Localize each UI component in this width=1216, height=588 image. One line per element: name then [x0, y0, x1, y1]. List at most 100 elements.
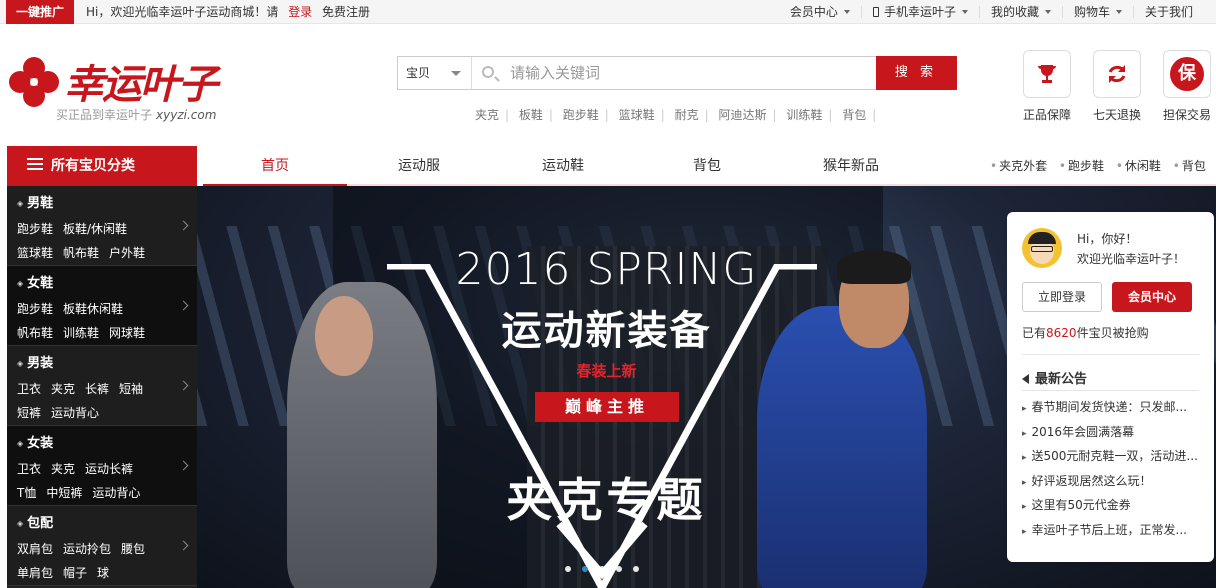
model-man-hair [837, 250, 911, 284]
category-group-accessories[interactable]: 包配 双肩包运动拎包腰包 单肩包帽子球 [7, 506, 197, 586]
category-link[interactable]: 夹克 [51, 462, 75, 476]
service-label: 担保交易 [1162, 108, 1211, 122]
news-heading: 最新公告 [1022, 368, 1087, 387]
stat-suffix: 件宝贝被抢购 [1076, 326, 1149, 340]
hot-keyword[interactable]: 夹克 [475, 108, 499, 122]
category-link[interactable]: 单肩包 [17, 566, 53, 580]
category-link[interactable]: 运动拎包 [63, 542, 111, 556]
nav-item-home[interactable]: 首页 [203, 146, 347, 186]
search-category-select[interactable]: 宝贝 [398, 57, 472, 89]
slide-dot[interactable] [582, 566, 588, 572]
hot-keyword[interactable]: 背包 [842, 108, 866, 122]
category-link[interactable]: 篮球鞋 [17, 246, 53, 260]
category-link[interactable]: 板鞋休闲鞋 [63, 302, 123, 316]
hot-keyword[interactable]: 阿迪达斯 [718, 108, 766, 122]
category-group-mens-shoes[interactable]: 男鞋 跑步鞋板鞋/休闲鞋 篮球鞋帆布鞋户外鞋 [7, 186, 197, 266]
category-link[interactable]: 夹克 [51, 382, 75, 396]
category-link[interactable]: 帆布鞋 [63, 246, 99, 260]
category-link[interactable]: 跑步鞋 [17, 222, 53, 236]
greeting-welcome: 欢迎光临幸运叶子！ [1077, 252, 1186, 266]
guarantee-icon: 保 [1163, 50, 1211, 98]
site-logo[interactable]: 幸运叶子 买正品到幸运叶子 xyyzi.com [6, 50, 246, 122]
quick-link[interactable]: 背包 [1182, 159, 1206, 173]
about-link[interactable]: 关于我们 [1132, 5, 1204, 19]
slide-dot[interactable] [565, 566, 571, 572]
banner-title: 运动新装备 [501, 308, 712, 354]
mobile-site-menu[interactable]: 手机幸运叶子 [860, 5, 979, 19]
separator: | [604, 108, 609, 122]
register-link[interactable]: 免费注册 [322, 5, 370, 19]
cart-menu[interactable]: 购物车 [1061, 5, 1133, 19]
search-icon [482, 66, 494, 78]
category-link[interactable]: 运动背心 [51, 406, 99, 420]
category-link[interactable]: 卫衣 [17, 462, 41, 476]
service-return[interactable]: 七天退换 [1082, 50, 1152, 123]
bullet: • [1172, 159, 1180, 173]
all-categories-button[interactable]: 所有宝贝分类 [7, 146, 197, 186]
news-item[interactable]: 春节期间发货快递：只发邮... [1022, 396, 1202, 421]
category-link[interactable]: 网球鞋 [109, 326, 145, 340]
chevron-down-icon [451, 71, 461, 76]
slogan-text: 买正品到幸运叶子 [56, 108, 153, 122]
category-link[interactable]: 板鞋/休闲鞋 [63, 222, 127, 236]
slide-dot[interactable] [616, 566, 622, 572]
quick-links: • 夹克外套 • 跑步鞋 • 休闲鞋 • 背包 [990, 146, 1214, 186]
category-link[interactable]: T恤 [17, 486, 36, 500]
category-link[interactable]: 短裤 [17, 406, 41, 420]
category-link[interactable]: 卫衣 [17, 382, 41, 396]
news-item[interactable]: 2016年会圆满落幕 [1022, 421, 1202, 446]
service-badges: 正品保障 七天退换 保 担保交易 [1012, 50, 1216, 123]
slide-dot[interactable] [633, 566, 639, 572]
login-button[interactable]: 立即登录 [1022, 282, 1102, 312]
bullet: • [990, 159, 998, 173]
category-link[interactable]: 长裤 [85, 382, 109, 396]
nav-item-sportswear[interactable]: 运动服 [347, 146, 491, 186]
category-link[interactable]: 运动背心 [92, 486, 140, 500]
member-center-button[interactable]: 会员中心 [1112, 282, 1192, 312]
search-button[interactable]: 搜 索 [876, 56, 956, 90]
category-link[interactable]: 球 [97, 566, 109, 580]
hot-keyword[interactable]: 篮球鞋 [619, 108, 655, 122]
purchase-stat: 已有8620件宝贝被抢购 [1022, 324, 1149, 341]
member-center-menu[interactable]: 会员中心 [779, 5, 861, 19]
quick-link[interactable]: 休闲鞋 [1125, 159, 1161, 173]
category-link[interactable]: 运动长裤 [85, 462, 133, 476]
quick-link[interactable]: 夹克外套 [999, 159, 1047, 173]
nav-item-new-arrivals[interactable]: 猴年新品 [779, 146, 923, 186]
category-link[interactable]: 跑步鞋 [17, 302, 53, 316]
hot-keyword[interactable]: 耐克 [675, 108, 699, 122]
service-authentic[interactable]: 正品保障 [1012, 50, 1082, 123]
hot-keyword[interactable]: 训练鞋 [786, 108, 822, 122]
news-item[interactable]: 这里有50元代金券 [1022, 494, 1202, 519]
hot-keyword[interactable]: 板鞋 [519, 108, 543, 122]
category-link[interactable]: 短袖 [119, 382, 143, 396]
hot-keyword[interactable]: 跑步鞋 [563, 108, 599, 122]
slide-dot[interactable] [599, 566, 605, 572]
category-link[interactable]: 双肩包 [17, 542, 53, 556]
category-link[interactable]: 腰包 [121, 542, 145, 556]
nav-item-sneakers[interactable]: 运动鞋 [491, 146, 635, 186]
news-item[interactable]: 好评返现居然这么玩！ [1022, 470, 1202, 495]
trophy-icon [1023, 50, 1071, 98]
search-category-value: 宝贝 [406, 66, 431, 80]
hot-keywords: 夹克 | 板鞋 | 跑步鞋 | 篮球鞋 | 耐克 | 阿迪达斯 | 训练鞋 | 背包 | [475, 106, 882, 123]
bullet: • [1058, 159, 1066, 173]
category-link[interactable]: 中短裤 [46, 486, 82, 500]
promo-button[interactable]: 一键推广 [6, 0, 74, 24]
favorites-menu[interactable]: 我的收藏 [978, 5, 1062, 19]
nav-item-bags[interactable]: 背包 [635, 146, 779, 186]
avatar-glasses [1031, 246, 1053, 252]
category-group-womens-clothing[interactable]: 女装 卫衣夹克运动长裤 T恤中短裤运动背心 [7, 426, 197, 506]
service-guarantee[interactable]: 保 担保交易 [1152, 50, 1216, 123]
news-item[interactable]: 送500元耐克鞋一双，活动进... [1022, 445, 1202, 470]
category-link[interactable]: 帽子 [63, 566, 87, 580]
news-item[interactable]: 幸运叶子节后上班，正常发... [1022, 519, 1202, 544]
category-link[interactable]: 户外鞋 [109, 246, 145, 260]
category-link[interactable]: 帆布鞋 [17, 326, 53, 340]
category-group-mens-clothing[interactable]: 男装 卫衣夹克长裤短袖 短裤运动背心 [7, 346, 197, 426]
category-group-womens-shoes[interactable]: 女鞋 跑步鞋板鞋休闲鞋 帆布鞋训练鞋网球鞋 [7, 266, 197, 346]
category-link[interactable]: 训练鞋 [63, 326, 99, 340]
quick-link[interactable]: 跑步鞋 [1068, 159, 1104, 173]
search-input[interactable] [510, 57, 870, 89]
login-link[interactable]: 登录 [288, 5, 312, 19]
